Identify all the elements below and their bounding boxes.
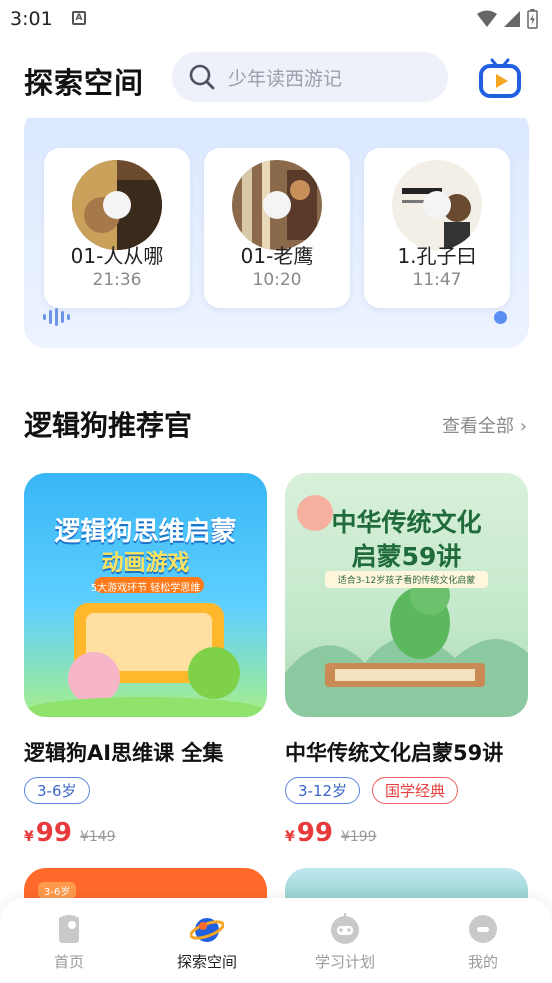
tab-study-plan[interactable]: 学习计划 <box>276 898 414 983</box>
price-value: 99 <box>296 818 333 848</box>
see-all-label: 查看全部 <box>442 416 514 437</box>
cover-title: 逻辑狗思维启蒙 <box>54 517 237 547</box>
home-bar <box>0 975 552 983</box>
page-indicator-dot <box>494 311 507 324</box>
tv-icon[interactable] <box>478 56 522 100</box>
tab-profile[interactable]: 我的 <box>414 898 552 983</box>
wifi-icon <box>477 10 497 27</box>
status-time: 3:01 <box>10 8 53 30</box>
cover-caption: 5大游戏环节 轻松学思维 <box>90 583 201 594</box>
currency-symbol: ¥ <box>24 829 34 845</box>
tab-label: 学习计划 <box>314 953 375 971</box>
disc-hole <box>103 191 131 219</box>
tab-home[interactable]: 首页 <box>0 898 138 983</box>
cover-illustration <box>25 577 265 717</box>
product-cover: 中华传统文化 启蒙59讲 适合3-12岁孩子看的传统文化启蒙 <box>285 473 528 717</box>
tab-explore[interactable]: 探索空间 <box>138 898 276 983</box>
track-name: 01-老鹰 <box>240 244 314 268</box>
age-tag: 3-6岁 <box>38 882 77 898</box>
product-title: 逻辑狗AI思维课 全集 <box>24 741 224 765</box>
product-card[interactable]: 中华传统文化 启蒙59讲 适合3-12岁孩子看的传统文化启蒙 中华传统文化启蒙5… <box>285 473 528 848</box>
cover-subtitle: 启蒙59讲 <box>351 542 462 571</box>
tab-label: 我的 <box>467 953 498 971</box>
audio-panel: 01-人从哪 21:36 01-老鹰 10:20 1.孔子曰 11:47 <box>24 118 529 348</box>
disc-hole <box>423 191 451 219</box>
track-duration: 21:36 <box>92 270 142 290</box>
product-tags: 3-12岁 国学经典 <box>285 777 528 804</box>
robot-icon <box>331 913 359 944</box>
product-cover: 逻辑狗思维启蒙 动画游戏 5大游戏环节 轻松学思维 <box>24 473 267 717</box>
profile-icon <box>469 915 497 943</box>
battery-icon <box>527 9 538 29</box>
track-duration: 10:20 <box>252 270 302 290</box>
audio-track-card[interactable]: 01-人从哪 21:36 <box>44 148 190 308</box>
original-price: ¥149 <box>79 829 116 845</box>
cover-caption: 适合3-12岁孩子看的传统文化启蒙 <box>325 571 488 588</box>
audio-track-card[interactable]: 1.孔子曰 11:47 <box>364 148 510 308</box>
signal-icon <box>504 11 520 27</box>
track-duration: 11:47 <box>412 270 462 290</box>
notification-icon: A <box>72 11 86 25</box>
search-input[interactable]: 少年读西游记 <box>172 52 448 102</box>
section-title: 逻辑狗推荐官 <box>24 409 193 442</box>
search-icon <box>189 64 215 90</box>
audio-track-card[interactable]: 01-老鹰 10:20 <box>204 148 350 308</box>
product-price: ¥ 99 ¥149 <box>24 818 267 848</box>
search-placeholder: 少年读西游记 <box>228 67 343 90</box>
price-value: 99 <box>35 818 72 848</box>
cover-subtitle: 动画游戏 <box>101 551 190 576</box>
tab-label: 首页 <box>53 953 84 971</box>
currency-symbol: ¥ <box>285 829 295 845</box>
system-icons <box>477 9 538 29</box>
content-scroll[interactable]: 01-人从哪 21:36 01-老鹰 10:20 1.孔子曰 11:47 逻辑狗… <box>0 118 552 898</box>
see-all-link[interactable]: 查看全部 › <box>442 412 527 438</box>
bottom-tab-bar: 首页 探索空间 学习计划 我的 <box>0 898 552 983</box>
top-header: 探索空间 少年读西游记 <box>0 38 552 118</box>
product-title: 中华传统文化启蒙59讲 <box>285 741 504 765</box>
product-card-partial[interactable]: 3-6岁 <box>24 868 267 898</box>
tab-label: 探索空间 <box>176 953 237 971</box>
track-name: 1.孔子曰 <box>397 244 477 268</box>
panel-header-art <box>46 118 186 124</box>
product-card[interactable]: 逻辑狗思维启蒙 动画游戏 5大游戏环节 轻松学思维 逻辑狗AI思维课 全集 3-… <box>24 473 267 848</box>
cover-title: 中华传统文化 <box>331 508 482 537</box>
age-tag: 3-12岁 <box>285 777 361 804</box>
planet-icon <box>190 918 224 942</box>
product-tags: 3-6岁 <box>24 777 267 804</box>
disc-hole <box>263 191 291 219</box>
home-icon <box>59 915 79 943</box>
product-card-partial[interactable] <box>285 868 528 898</box>
category-tag: 国学经典 <box>372 777 459 804</box>
status-bar: 3:01 A <box>0 0 552 38</box>
age-tag: 3-6岁 <box>24 777 90 804</box>
product-price: ¥ 99 ¥199 <box>285 818 528 848</box>
chevron-right-icon: › <box>519 416 527 437</box>
sound-wave-icon <box>43 308 70 326</box>
track-name: 01-人从哪 <box>70 244 164 268</box>
page-title: 探索空间 <box>24 66 145 100</box>
original-price: ¥199 <box>340 829 377 845</box>
